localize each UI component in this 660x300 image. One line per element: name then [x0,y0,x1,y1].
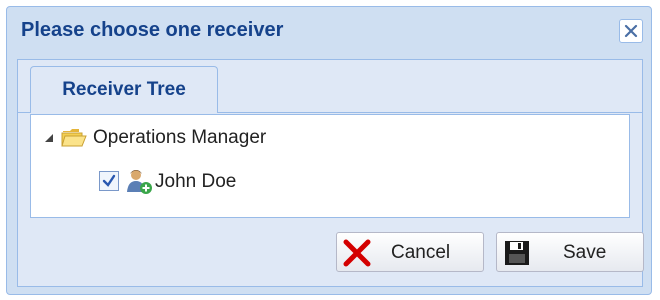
receiver-dialog: Please choose one receiver Receiver Tree [6,6,652,295]
close-button[interactable] [619,19,643,43]
receiver-tree: Operations Manager John Doe [30,114,630,218]
collapse-triangle-icon[interactable] [43,132,55,144]
cancel-button-label: Cancel [391,242,451,263]
tab-strip: Receiver Tree [18,60,642,113]
tree-node-john-doe[interactable]: John Doe [99,167,339,195]
tab-panel: Receiver Tree Operations Manager John Do… [17,59,644,287]
tree-node-label: Operations Manager [93,127,267,148]
floppy-disk-icon [505,241,529,265]
folder-icon [61,129,87,147]
receiver-checkbox[interactable] [99,171,119,191]
tree-node-operations-manager[interactable]: Operations Manager [39,123,359,151]
save-button-label: Save [563,242,607,263]
checkmark-icon [102,174,116,187]
dialog-titlebar: Please choose one receiver [7,7,651,55]
tab-receiver-tree[interactable]: Receiver Tree [30,66,218,113]
person-add-icon [127,170,152,194]
dialog-footer: Cancel Save [30,220,644,280]
close-icon [624,24,638,38]
cancel-x-icon [343,239,371,267]
dialog-title: Please choose one receiver [21,19,284,41]
cancel-button[interactable]: Cancel [336,232,484,272]
tab-label: Receiver Tree [62,79,186,100]
save-button[interactable]: Save [496,232,644,272]
tree-node-label: John Doe [155,171,237,192]
